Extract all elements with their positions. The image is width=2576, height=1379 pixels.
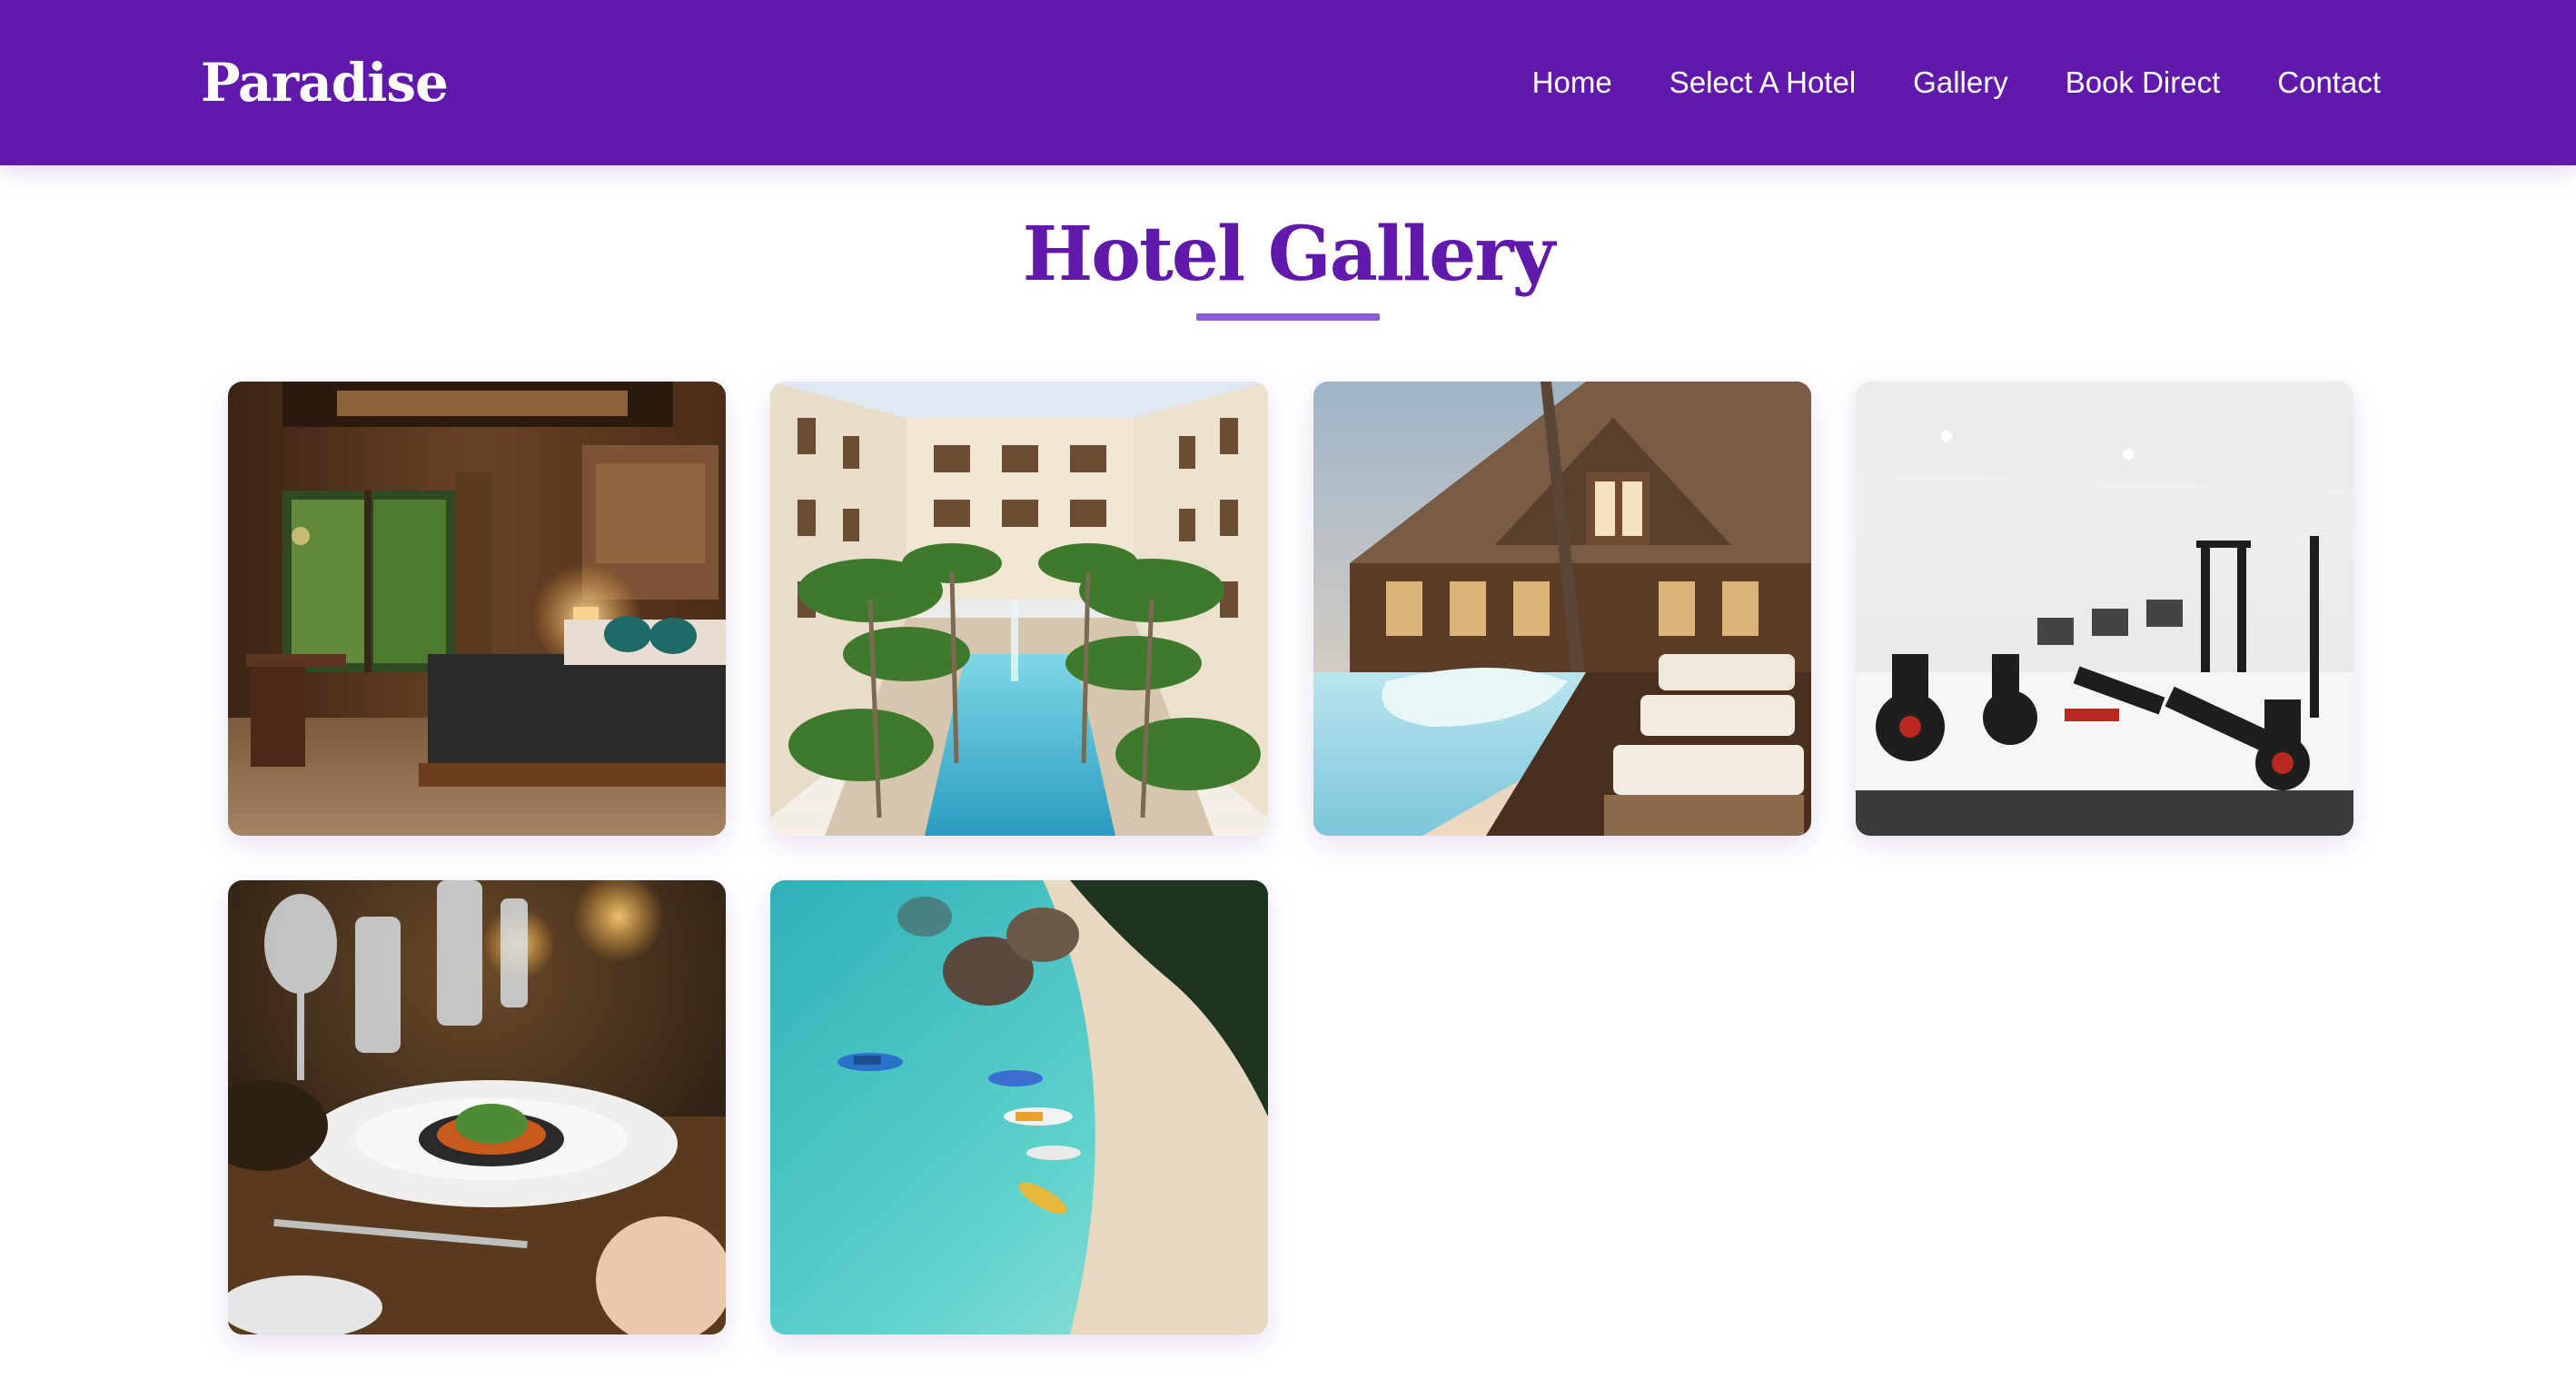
title-section: Hotel Gallery [0, 204, 2576, 321]
fitness-center-image [1856, 382, 2353, 836]
nav-gallery[interactable]: Gallery [1913, 65, 2008, 100]
brand-logo[interactable]: Paradise [201, 42, 449, 124]
site-header: Paradise Home Select A Hotel Gallery Boo… [0, 0, 2576, 165]
nav-book-direct[interactable]: Book Direct [2066, 65, 2221, 100]
bedroom-image [228, 382, 726, 836]
title-underline [1196, 313, 1380, 321]
beach-aerial-image [770, 880, 1268, 1334]
nav-contact[interactable]: Contact [2277, 65, 2381, 100]
gallery-image-restaurant-dining[interactable] [228, 880, 726, 1334]
courtyard-pool-image [770, 382, 1268, 836]
gallery-image-poolside-lodge[interactable] [1313, 382, 1811, 836]
nav-home[interactable]: Home [1532, 65, 1612, 100]
gallery-image-courtyard-pool[interactable] [770, 382, 1268, 836]
gallery-image-fitness-center[interactable] [1856, 382, 2353, 836]
restaurant-dining-image [228, 880, 726, 1334]
gallery-image-bedroom[interactable] [228, 382, 726, 836]
gallery-image-beach-aerial[interactable] [770, 880, 1268, 1334]
poolside-lodge-image [1313, 382, 1811, 836]
page-title: Hotel Gallery [1022, 211, 1555, 298]
main-nav: Home Select A Hotel Gallery Book Direct … [1532, 51, 2381, 114]
nav-select-a-hotel[interactable]: Select A Hotel [1669, 65, 1856, 100]
